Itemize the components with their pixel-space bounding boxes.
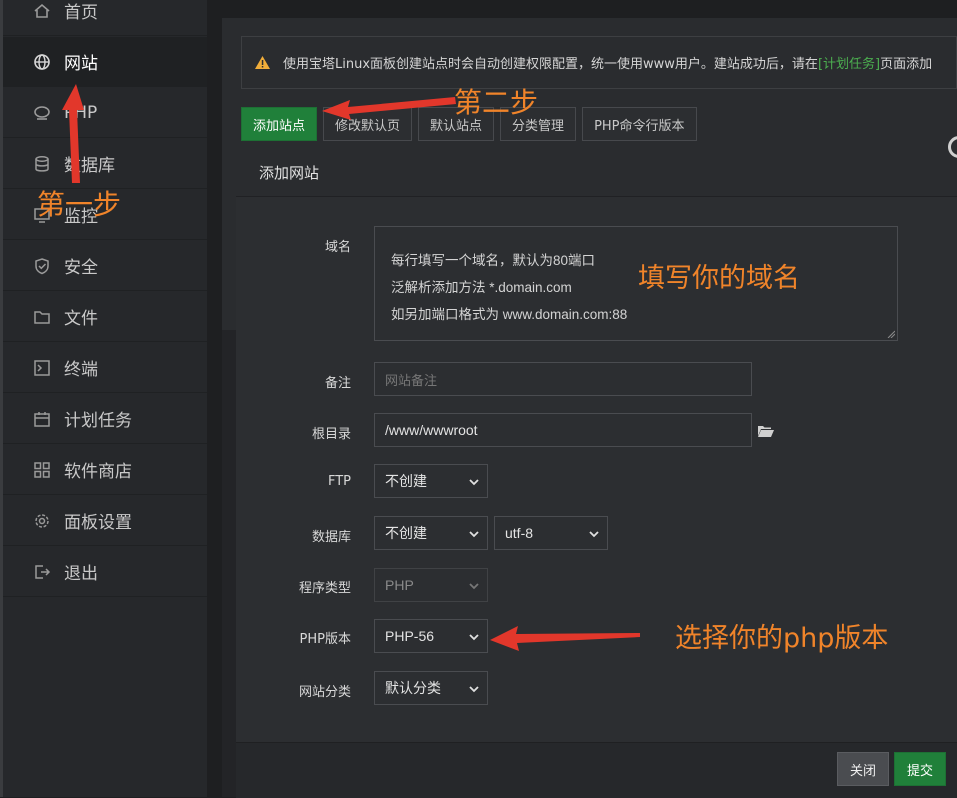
domain-placeholder-line: 如另加端口格式为 www.domain.com:88	[391, 307, 628, 322]
database-select[interactable]: 不创建	[374, 516, 488, 550]
chevron-down-icon	[469, 634, 479, 641]
sidebar-item-logout[interactable]: 退出	[3, 547, 207, 597]
program-type-select: PHP	[374, 568, 488, 602]
sidebar-item-files[interactable]: 文件	[3, 292, 207, 342]
sidebar-item-php[interactable]: PHP	[3, 88, 207, 138]
submit-button[interactable]: 提交	[894, 752, 946, 786]
chevron-down-icon	[469, 686, 479, 693]
terminal-icon	[33, 359, 51, 377]
folder-open-icon[interactable]	[757, 423, 775, 437]
ftp-select-value: 不创建	[385, 473, 427, 489]
home-icon	[33, 2, 51, 20]
sidebar-item-security[interactable]: 安全	[3, 241, 207, 291]
sidebar-item-label: PHP	[64, 102, 98, 123]
php-version-value: PHP-56	[385, 628, 435, 644]
php-icon	[33, 104, 51, 122]
sidebar-item-label: 首页	[64, 3, 98, 23]
program-type-value: PHP	[385, 577, 414, 593]
site-category-select[interactable]: 默认分类	[374, 671, 488, 705]
sidebar-item-label: 文件	[64, 309, 98, 329]
site-category-label: 网站分类	[298, 685, 351, 700]
step1-annotation: 第一步	[37, 188, 122, 221]
php-version-label: PHP版本	[299, 632, 351, 647]
gear-icon	[33, 512, 51, 530]
database-label: 数据库	[311, 530, 351, 545]
php-cli-version-button[interactable]: PHP命令行版本	[582, 107, 697, 141]
sidebar-item-label: 网站	[64, 54, 98, 74]
remark-input[interactable]: 网站备注	[374, 362, 752, 396]
step2-annotation: 第二步	[454, 86, 539, 119]
domain-label: 域名	[324, 240, 351, 255]
charset-select-value: utf-8	[505, 525, 534, 541]
database-select-value: 不创建	[385, 525, 427, 541]
root-dir-label: 根目录	[311, 427, 351, 442]
sidebar-item-label: 终端	[64, 360, 98, 380]
sidebar-item-website[interactable]: 网站	[3, 37, 207, 87]
background-panel	[222, 330, 236, 797]
close-button[interactable]: 关闭	[837, 752, 889, 786]
sidebar-item-label: 计划任务	[64, 411, 132, 431]
domain-hint-annotation: 填写你的域名	[638, 263, 800, 294]
sidebar-item-terminal[interactable]: 终端	[3, 343, 207, 393]
ftp-label: FTP	[327, 474, 351, 489]
chevron-down-icon	[469, 583, 479, 590]
warning-alert: 使用宝塔Linux面板创建站点时会自动创建权限配置，统一使用www用户。建站成功…	[241, 36, 957, 89]
sidebar-item-database[interactable]: 数据库	[3, 139, 207, 189]
sidebar-item-home[interactable]: 首页	[3, 0, 207, 36]
apps-icon	[33, 461, 51, 479]
sidebar-item-store[interactable]: 软件商店	[3, 445, 207, 495]
resize-handle-icon[interactable]	[887, 330, 895, 338]
sidebar-item-cron[interactable]: 计划任务	[3, 394, 207, 444]
calendar-icon	[33, 410, 51, 428]
sidebar-item-label: 退出	[64, 564, 98, 584]
sidebar-item-label: 面板设置	[64, 513, 132, 533]
site-category-value: 默认分类	[385, 680, 441, 696]
domain-textarea[interactable]: 每行填写一个域名，默认为80端口 泛解析添加方法 *.domain.com 如另…	[374, 226, 898, 341]
program-type-label: 程序类型	[298, 581, 351, 596]
php-hint-annotation: 选择你的php版本	[675, 623, 889, 654]
warning-icon	[254, 55, 271, 70]
chevron-down-icon	[469, 479, 479, 486]
sidebar-item-label: 安全	[64, 258, 98, 278]
sidebar-item-settings[interactable]: 面板设置	[3, 496, 207, 546]
logout-icon	[33, 563, 51, 581]
ftp-select[interactable]: 不创建	[374, 464, 488, 498]
modal-title: 添加网站	[236, 149, 957, 197]
alert-text: 使用宝塔Linux面板创建站点时会自动创建权限配置，统一使用www用户。建站成功…	[283, 57, 818, 72]
chevron-down-icon	[469, 531, 479, 538]
sidebar-item-label: 数据库	[64, 156, 115, 176]
remark-label: 备注	[324, 376, 351, 391]
alert-text-end: 页面添加	[880, 57, 933, 72]
charset-select[interactable]: utf-8	[494, 516, 608, 550]
shield-icon	[33, 257, 51, 275]
cron-link[interactable]: [计划任务]	[818, 53, 880, 72]
edit-default-page-button[interactable]: 修改默认页	[323, 107, 413, 141]
add-site-button[interactable]: 添加站点	[241, 107, 318, 141]
folder-icon	[33, 308, 51, 326]
chevron-down-icon	[589, 531, 599, 538]
php-version-select[interactable]: PHP-56	[374, 619, 488, 653]
globe-icon	[33, 53, 51, 71]
sidebar-item-label: 软件商店	[64, 462, 132, 482]
database-icon	[33, 155, 51, 173]
sidebar: 首页 网站 PHP 数据库 监控 安全 文件 终端 计划任务 软件商店 面板设置…	[0, 0, 207, 797]
root-dir-input[interactable]: /www/wwwroot	[374, 413, 752, 447]
